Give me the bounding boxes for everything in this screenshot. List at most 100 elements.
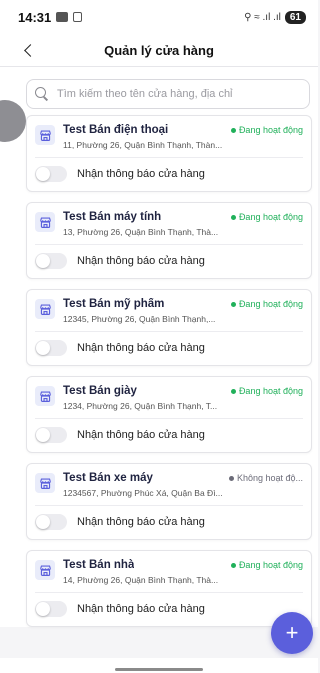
notify-label: Nhận thông báo cửa hàng (77, 603, 205, 615)
notify-row: Nhận thông báo cửa hàng (35, 598, 303, 620)
notify-row: Nhận thông báo cửa hàng (35, 424, 303, 446)
store-address: 1234, Phường 26, Quận Bình Thạnh, T... (63, 401, 218, 411)
notify-label: Nhận thông báo cửa hàng (77, 516, 205, 528)
status-text: Không hoạt độ... (236, 473, 303, 483)
store-card-header: Test Bán điện thoại Đang hoạt động 11, Phư… (35, 124, 303, 150)
status-bar: 14:31 ⚲ ≈ .ıl .ıl 61 (0, 0, 318, 34)
store-address: 11, Phường 26, Quận Bình Thạnh, Thàn... (63, 140, 223, 150)
store-name-row: Test Bán giày Đang hoạt động (63, 385, 303, 397)
status-left: 14:31 (18, 9, 83, 25)
search-input[interactable] (57, 88, 301, 100)
store-card[interactable]: Test Bán mỹ phẩm Đang hoạt động 12345, Phư… (26, 289, 312, 366)
status-text: Đang hoạt động (238, 212, 303, 222)
store-icon (35, 560, 55, 580)
notify-label: Nhận thông báo cửa hàng (77, 342, 205, 354)
store-card[interactable]: Test Bán điện thoại Đang hoạt động 11, Phư… (26, 115, 312, 192)
notification-icon (56, 12, 69, 22)
lock-icon (73, 12, 83, 22)
status-badge: Đang hoạt động (230, 560, 303, 570)
store-card[interactable]: Test Bán máy tính Đang hoạt động 13, Phườn… (26, 202, 312, 279)
status-text: Đang hoạt động (238, 560, 303, 570)
search-icon (35, 87, 49, 101)
notify-toggle[interactable] (35, 166, 67, 182)
store-icon (35, 299, 55, 319)
status-text: Đang hoạt động (238, 125, 303, 135)
card-divider (35, 418, 303, 419)
status-text: Đang hoạt động (238, 299, 303, 309)
notify-row: Nhận thông báo cửa hàng (35, 511, 303, 533)
store-name: Test Bán máy tính (63, 211, 162, 223)
store-card[interactable]: Test Bán nhà Đang hoạt động 14, Phường 26,… (26, 550, 312, 627)
store-info: Test Bán máy tính Đang hoạt động 13, Phườn… (63, 211, 303, 237)
store-list: Test Bán điện thoại Đang hoạt động 11, Phư… (0, 115, 318, 627)
notify-toggle[interactable] (35, 340, 67, 356)
card-divider (35, 505, 303, 506)
search-box[interactable] (26, 79, 310, 109)
store-name-row: Test Bán nhà Đang hoạt động (63, 559, 303, 571)
status-badge: Đang hoạt động (230, 212, 303, 222)
store-info: Test Bán điện thoại Đang hoạt động 11, Phư… (63, 124, 303, 150)
app-header: Quản lý cửa hàng (0, 34, 318, 66)
store-address: 12345, Phường 26, Quận Bình Thạnh,... (63, 314, 216, 324)
store-name-row: Test Bán xe máy Không hoạt độ... (63, 472, 303, 484)
battery-icon: 61 (284, 10, 306, 24)
add-store-button[interactable]: + (271, 612, 313, 654)
store-card[interactable]: Test Bán xe máy Không hoạt độ... 1234567, … (26, 463, 312, 540)
store-address: 13, Phường 26, Quận Bình Thạnh, Thà... (63, 227, 219, 237)
store-info: Test Bán nhà Đang hoạt động 14, Phường 26,… (63, 559, 303, 585)
plus-icon: + (285, 620, 299, 645)
toggle-knob (36, 602, 50, 616)
status-time: 14:31 (18, 9, 52, 25)
status-dot-icon (228, 475, 234, 481)
toggle-knob (36, 428, 50, 442)
notify-toggle[interactable] (35, 601, 67, 617)
store-icon (35, 125, 55, 145)
store-name-row: Test Bán mỹ phẩm Đang hoạt động (63, 298, 303, 310)
store-name-row: Test Bán máy tính Đang hoạt động (63, 211, 303, 223)
notify-toggle[interactable] (35, 427, 67, 443)
back-button[interactable] (18, 40, 38, 60)
signal-icons: ⚲ ≈ .ıl .ıl (244, 11, 281, 23)
store-card[interactable]: Test Bán giày Đang hoạt động 1234, Phường … (26, 376, 312, 453)
store-icon (35, 212, 55, 232)
status-badge: Đang hoạt động (230, 125, 303, 135)
status-right: ⚲ ≈ .ıl .ıl 61 (244, 10, 306, 24)
status-dot-icon (230, 388, 236, 394)
chevron-left-icon (23, 43, 37, 57)
card-divider (35, 592, 303, 593)
notify-toggle[interactable] (35, 514, 67, 530)
status-dot-icon (230, 301, 236, 307)
store-name: Test Bán mỹ phẩm (63, 298, 165, 310)
search-section (0, 67, 318, 115)
store-card-header: Test Bán mỹ phẩm Đang hoạt động 12345, Phư… (35, 298, 303, 324)
status-badge: Không hoạt độ... (228, 473, 303, 483)
store-info: Test Bán xe máy Không hoạt độ... 1234567, … (63, 472, 303, 498)
store-info: Test Bán giày Đang hoạt động 1234, Phường … (63, 385, 303, 411)
card-divider (35, 331, 303, 332)
notify-label: Nhận thông báo cửa hàng (77, 168, 205, 180)
status-text: Đang hoạt động (238, 386, 303, 396)
card-divider (35, 244, 303, 245)
notify-row: Nhận thông báo cửa hàng (35, 250, 303, 272)
store-card-header: Test Bán nhà Đang hoạt động 14, Phường 26,… (35, 559, 303, 585)
card-divider (35, 157, 303, 158)
status-badge: Đang hoạt động (230, 299, 303, 309)
page-title: Quản lý cửa hàng (104, 42, 214, 58)
store-info: Test Bán mỹ phẩm Đang hoạt động 12345, Phư… (63, 298, 303, 324)
store-icon (35, 473, 55, 493)
status-dot-icon (230, 127, 236, 133)
status-badge: Đang hoạt động (230, 386, 303, 396)
notify-row: Nhận thông báo cửa hàng (35, 163, 303, 185)
store-card-header: Test Bán xe máy Không hoạt độ... 1234567, … (35, 472, 303, 498)
store-card-header: Test Bán giày Đang hoạt động 1234, Phường … (35, 385, 303, 411)
status-dot-icon (230, 214, 236, 220)
store-name: Test Bán nhà (63, 559, 135, 571)
store-name: Test Bán xe máy (63, 472, 153, 484)
notify-toggle[interactable] (35, 253, 67, 269)
toggle-knob (36, 341, 50, 355)
store-address: 1234567, Phường Phúc Xá, Quận Ba Đì... (63, 488, 223, 498)
notify-label: Nhận thông báo cửa hàng (77, 255, 205, 267)
store-icon (35, 386, 55, 406)
notify-row: Nhận thông báo cửa hàng (35, 337, 303, 359)
home-indicator[interactable] (115, 668, 203, 671)
